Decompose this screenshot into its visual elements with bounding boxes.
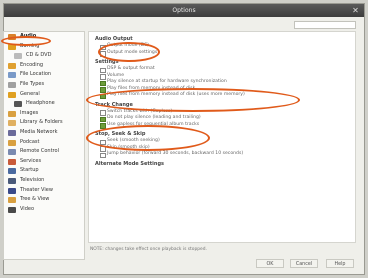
general-icon <box>8 91 16 98</box>
sidebar-item-label: General <box>20 90 40 97</box>
options-sidebar: Audio Burning CD & DVD Encoding File Locatio… <box>3 31 85 260</box>
title-bar: Options ✕ <box>4 4 364 17</box>
option-checkbox[interactable] <box>100 152 106 158</box>
sidebar-item-label: Library & Folders <box>20 119 63 126</box>
services-icon <box>8 158 16 165</box>
help-button[interactable]: Help <box>326 259 354 268</box>
sidebar-item-media-network[interactable]: Media Network <box>4 128 84 138</box>
settings-options-annotation <box>86 88 300 112</box>
sidebar-item-encoding[interactable]: Encoding <box>4 61 84 71</box>
sidebar-item-label: File Types <box>20 80 45 87</box>
search-input[interactable] <box>294 21 356 29</box>
file-location-icon <box>8 72 16 79</box>
cd-icon <box>14 53 22 60</box>
section-title: Alternate Mode Settings <box>95 160 165 167</box>
sidebar-item-file-types[interactable]: File Types <box>4 80 84 90</box>
option-label: Do not play silence (leading and trailin… <box>107 115 201 120</box>
sidebar-item-general[interactable]: General <box>4 90 84 100</box>
sidebar-item-services[interactable]: Services <box>4 157 84 167</box>
sidebar-item-label: Encoding <box>20 61 44 68</box>
sidebar-item-cd-dvd[interactable]: CD & DVD <box>4 51 84 61</box>
tree-view-icon <box>8 197 16 204</box>
output-mode-annotation <box>98 42 160 62</box>
ok-button[interactable]: OK <box>256 259 284 268</box>
sidebar-item-label: Tree & View <box>20 196 50 203</box>
sidebar-item-startup[interactable]: Startup <box>4 166 84 176</box>
sidebar-item-headphone[interactable]: Headphone <box>4 99 84 109</box>
track-change-annotation <box>86 125 210 151</box>
startup-icon <box>8 168 16 175</box>
window-title: Options <box>172 7 196 14</box>
sidebar-item-label: Services <box>20 157 42 164</box>
sidebar-item-television[interactable]: Television <box>4 176 84 186</box>
option-label: Jump behavior (forward 30 seconds, backw… <box>107 151 244 156</box>
sidebar-item-images[interactable]: Images <box>4 109 84 119</box>
file-types-icon <box>8 81 16 88</box>
option-label: Play silence at startup for hardware syn… <box>107 79 227 84</box>
headphone-icon <box>14 101 22 108</box>
sidebar-item-podcast[interactable]: Podcast <box>4 138 84 148</box>
sidebar-item-label: Television <box>20 176 45 183</box>
sidebar-item-label: Headphone <box>26 100 55 107</box>
television-icon <box>8 177 16 184</box>
sidebar-item-label: Video <box>20 205 35 212</box>
sidebar-item-label: CD & DVD <box>26 52 52 59</box>
podcast-icon <box>8 139 16 146</box>
sidebar-item-label: File Location <box>20 71 52 78</box>
encoding-icon <box>8 62 16 69</box>
library-icon <box>8 120 16 127</box>
video-icon <box>8 206 16 213</box>
close-icon[interactable]: ✕ <box>351 6 360 15</box>
sidebar-item-video[interactable]: Video <box>4 205 84 215</box>
sidebar-item-label: Theater View <box>20 186 53 193</box>
sidebar-item-label: Startup <box>20 167 39 174</box>
images-icon <box>8 110 16 117</box>
sidebar-item-library-folders[interactable]: Library & Folders <box>4 118 84 128</box>
sidebar-item-label: Podcast <box>20 138 40 145</box>
option-row[interactable]: Jump behavior (forward 30 seconds, backw… <box>95 151 349 158</box>
sidebar-item-label: Images <box>20 109 39 116</box>
option-label: DSP & output format <box>107 66 155 71</box>
audio-highlight-annotation <box>1 36 51 46</box>
sidebar-item-tree-view[interactable]: Tree & View <box>4 195 84 205</box>
sidebar-item-remote-control[interactable]: Remote Control <box>4 147 84 157</box>
sidebar-item-label: Media Network <box>20 128 58 135</box>
sidebar-item-label: Remote Control <box>20 148 59 155</box>
theater-view-icon <box>8 187 16 194</box>
cancel-button[interactable]: Cancel <box>290 259 318 268</box>
sidebar-item-theater-view[interactable]: Theater View <box>4 186 84 196</box>
option-label: Volume <box>107 72 125 78</box>
media-network-icon <box>8 129 16 136</box>
footer-note: NOTE: changes take effect once playback … <box>90 247 207 252</box>
remote-control-icon <box>8 149 16 156</box>
sidebar-item-file-location[interactable]: File Location <box>4 70 84 80</box>
